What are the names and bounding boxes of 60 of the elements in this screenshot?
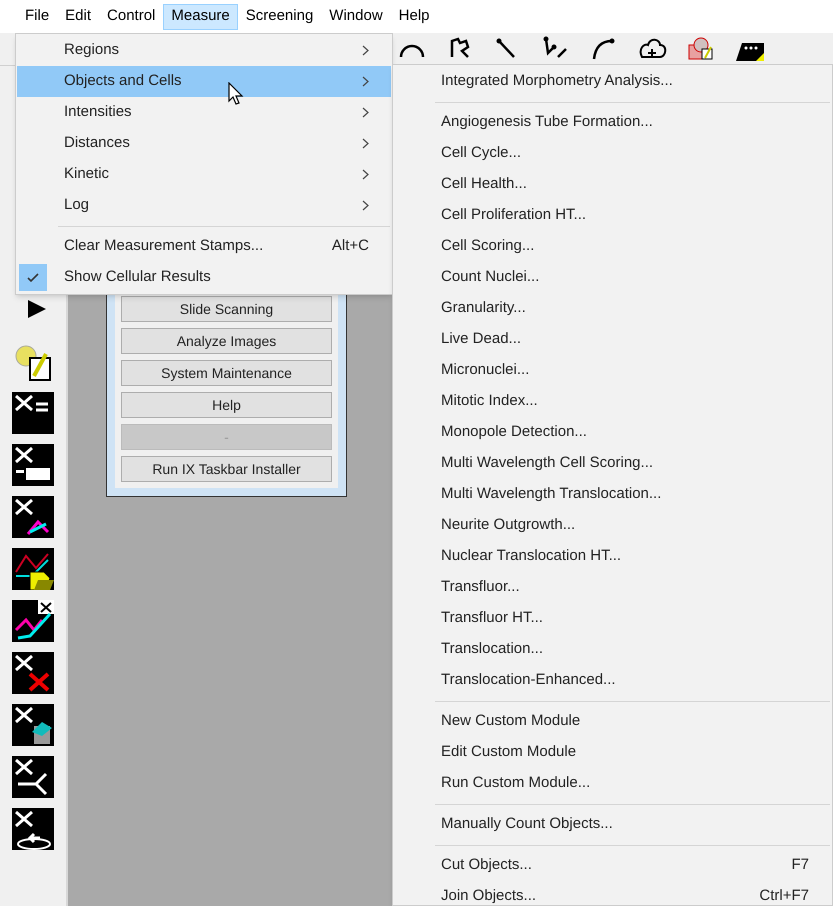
dialog-button[interactable]: Slide Scanning: [121, 296, 332, 322]
menu-item[interactable]: Monopole Detection...: [394, 417, 831, 448]
menu-item[interactable]: Integrated Morphometry Analysis...: [394, 66, 831, 97]
menu-item[interactable]: Neurite Outgrowth...: [394, 510, 831, 541]
dialog-button[interactable]: System Maintenance: [121, 360, 332, 386]
menu-item[interactable]: Cut Objects... F7: [394, 850, 831, 881]
x-table-icon[interactable]: [12, 444, 54, 486]
dialog-button[interactable]: Analyze Images: [121, 328, 332, 354]
menu-item[interactable]: Cell Health...: [394, 169, 831, 200]
menu-item[interactable]: Edit Custom Module: [394, 737, 831, 768]
dialog-button[interactable]: Run IX Taskbar Installer: [121, 456, 332, 482]
x-split-icon[interactable]: [12, 756, 54, 798]
menu-item[interactable]: Objects and Cells: [17, 66, 391, 97]
menu-item[interactable]: Micronuclei...: [394, 355, 831, 386]
shortcut-label: Alt+C: [332, 236, 369, 256]
menu-item[interactable]: Live Dead...: [394, 324, 831, 355]
menu-item[interactable]: Angiogenesis Tube Formation...: [394, 107, 831, 138]
shortcut-label: F7: [791, 855, 809, 876]
menubar-item[interactable]: Screening: [238, 4, 322, 30]
menubar-item[interactable]: Edit: [57, 4, 100, 30]
menu-item[interactable]: Mitotic Index...: [394, 386, 831, 417]
menu-item[interactable]: Multi Wavelength Translocation...: [394, 479, 831, 510]
menu-item[interactable]: Cell Scoring...: [394, 231, 831, 262]
menubar-item[interactable]: Control: [99, 4, 164, 30]
x-equals-icon[interactable]: [12, 392, 54, 434]
menu-item[interactable]: Distances: [17, 128, 391, 159]
menu-item[interactable]: Cell Cycle...: [394, 138, 831, 169]
shortcut-label: Ctrl+F7: [759, 886, 809, 906]
menu-item[interactable]: Manually Count Objects...: [394, 809, 831, 840]
menu-item[interactable]: Translocation...: [394, 634, 831, 665]
menu-item[interactable]: Clear Measurement Stamps... Alt+C: [17, 231, 391, 262]
menubar-item[interactable]: File: [17, 4, 58, 30]
dialog-button[interactable]: Help: [121, 392, 332, 418]
menubar-item[interactable]: Window: [321, 4, 391, 30]
graph-clear-icon[interactable]: [12, 600, 54, 642]
check-icon: [19, 264, 47, 291]
menu-item[interactable]: Regions: [17, 35, 391, 66]
menu-item[interactable]: Transfluor HT...: [394, 603, 831, 634]
menu-item[interactable]: Nuclear Translocation HT...: [394, 541, 831, 572]
menu-item[interactable]: Show Cellular Results: [17, 262, 391, 293]
menu-item[interactable]: Kinetic: [17, 159, 391, 190]
pointer-icon: [228, 82, 245, 106]
x-export-icon[interactable]: [12, 704, 54, 746]
menu-item[interactable]: Intensities: [17, 97, 391, 128]
menu-item[interactable]: New Custom Module: [394, 706, 831, 737]
menu-item[interactable]: Translocation-Enhanced...: [394, 665, 831, 696]
menubar-item[interactable]: Help: [390, 4, 438, 30]
menu-item[interactable]: Granularity...: [394, 293, 831, 324]
menubar-item[interactable]: Measure: [163, 4, 238, 30]
x-graph-icon[interactable]: [12, 496, 54, 538]
graph-folder-icon[interactable]: [12, 548, 54, 590]
menu-item[interactable]: Count Nuclei...: [394, 262, 831, 293]
menu-item[interactable]: Transfluor...: [394, 572, 831, 603]
menu-item[interactable]: Cell Proliferation HT...: [394, 200, 831, 231]
menu-item[interactable]: Log: [17, 190, 391, 221]
menu-item[interactable]: Run Custom Module...: [394, 768, 831, 799]
x-rotate-icon[interactable]: [12, 808, 54, 850]
menu-item[interactable]: Multi Wavelength Cell Scoring...: [394, 448, 831, 479]
x-delete-icon[interactable]: [12, 652, 54, 694]
menu-item[interactable]: Join Objects... Ctrl+F7: [394, 881, 831, 906]
